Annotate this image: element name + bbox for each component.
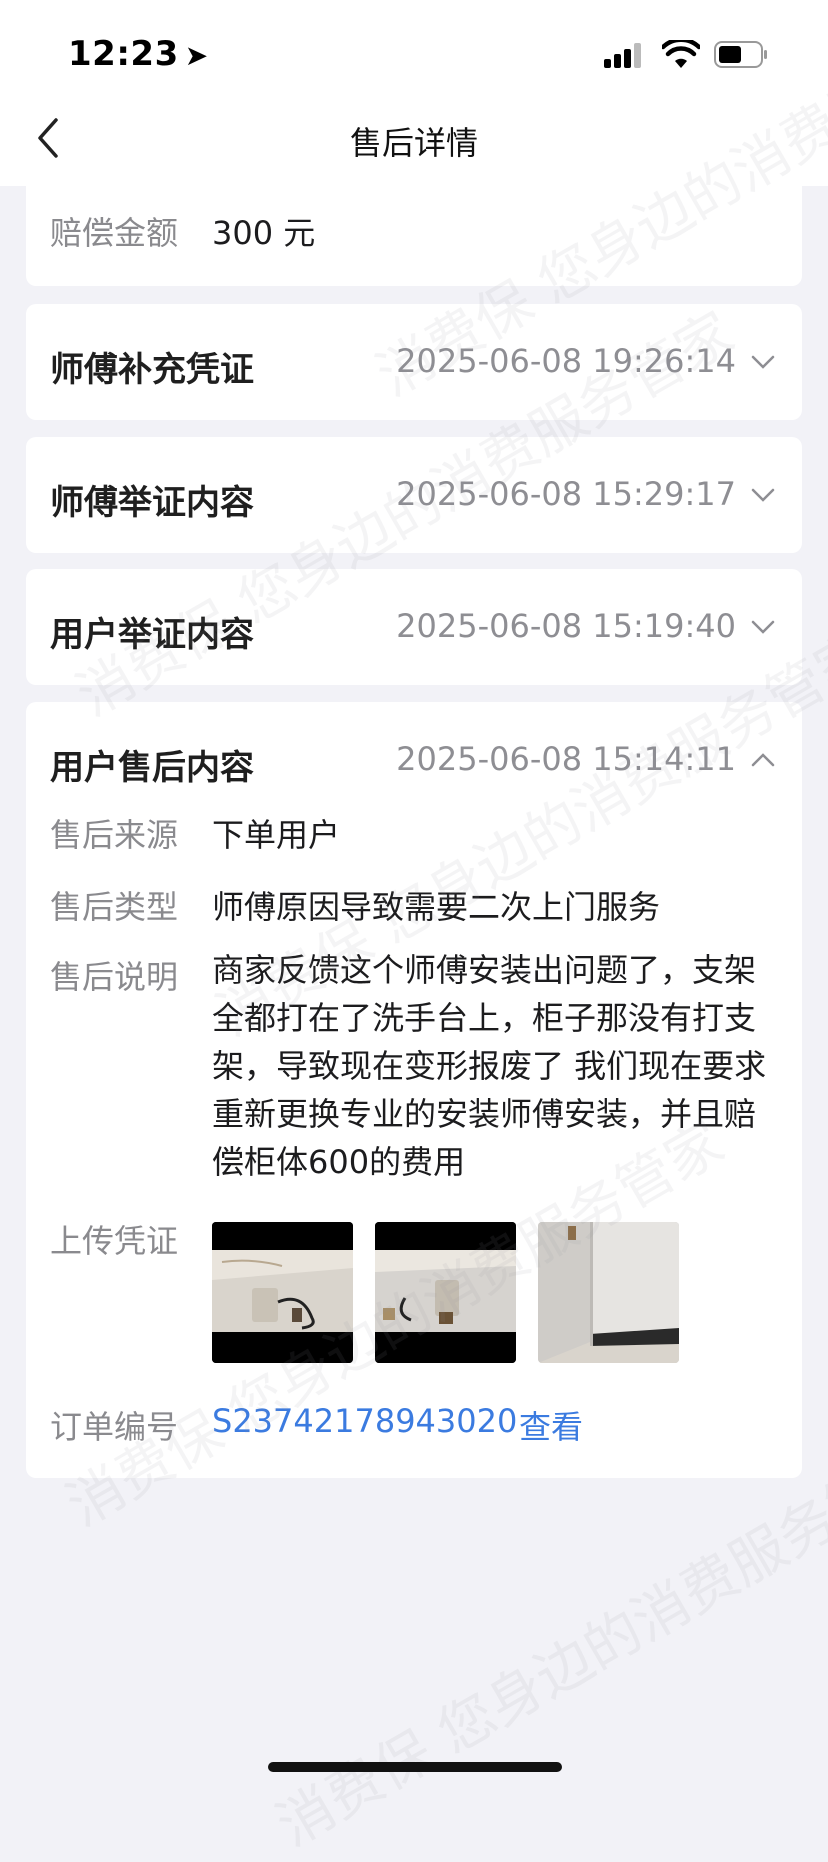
compensation-label: 赔偿金额 [50,214,179,252]
home-indicator [268,1762,562,1772]
section-master-supplement[interactable]: 师傅补充凭证 2025-06-08 19:26:14 [26,304,802,420]
chevron-down-icon[interactable] [750,354,776,370]
top-bar: 12:23 ➤ 售后详情 [0,0,828,186]
chevron-down-icon[interactable] [750,487,776,503]
source-label: 售后来源 [50,816,179,854]
cellular-signal-icon [604,42,646,68]
section-time: 2025-06-08 15:29:17 [396,475,736,513]
section-title[interactable]: 用户售后内容 [50,740,254,789]
section-time: 2025-06-08 19:26:14 [396,342,736,380]
section-title: 用户举证内容 [50,615,254,655]
section-time: 2025-06-08 15:19:40 [396,607,736,645]
source-value: 下单用户 [212,816,341,854]
order-label: 订单编号 [50,1408,179,1446]
description-label: 售后说明 [50,958,179,996]
compensation-card: 赔偿金额 300 元 [26,186,802,286]
order-view-link[interactable]: 查看 [519,1402,583,1448]
section-title: 师傅补充凭证 [50,350,254,390]
page-title: 售后详情 [349,124,478,162]
section-user-evidence[interactable]: 用户举证内容 2025-06-08 15:19:40 [26,569,802,685]
chevron-up-icon[interactable] [750,752,776,768]
chevron-down-icon[interactable] [750,619,776,635]
wifi-icon [662,40,700,68]
location-arrow-icon: ➤ [184,39,209,72]
compensation-value: 300 元 [212,214,316,252]
order-number: S23742178943020 [212,1402,518,1440]
watermark: 消费保 您身边的消费服务管家 [266,1430,828,1860]
section-title: 师傅举证内容 [50,483,254,523]
type-label: 售后类型 [50,888,179,926]
evidence-photo-2[interactable] [375,1222,516,1363]
evidence-photo-1[interactable] [212,1222,353,1363]
upload-label: 上传凭证 [50,1222,179,1260]
section-master-evidence[interactable]: 师傅举证内容 2025-06-08 15:29:17 [26,437,802,553]
type-value: 师傅原因导致需要二次上门服务 [212,888,661,926]
battery-icon [714,41,767,68]
section-user-aftersale: 用户售后内容 2025-06-08 15:14:11 售后来源 下单用户 售后类… [26,702,802,1478]
evidence-photo-3[interactable] [538,1222,679,1363]
status-time: 12:23 ➤ [68,34,209,74]
section-time: 2025-06-08 15:14:11 [396,740,736,778]
description-value: 商家反馈这个师傅安装出问题了，支架全都打在了洗手台上，柜子那没有打支架，导致现在… [212,951,767,1181]
